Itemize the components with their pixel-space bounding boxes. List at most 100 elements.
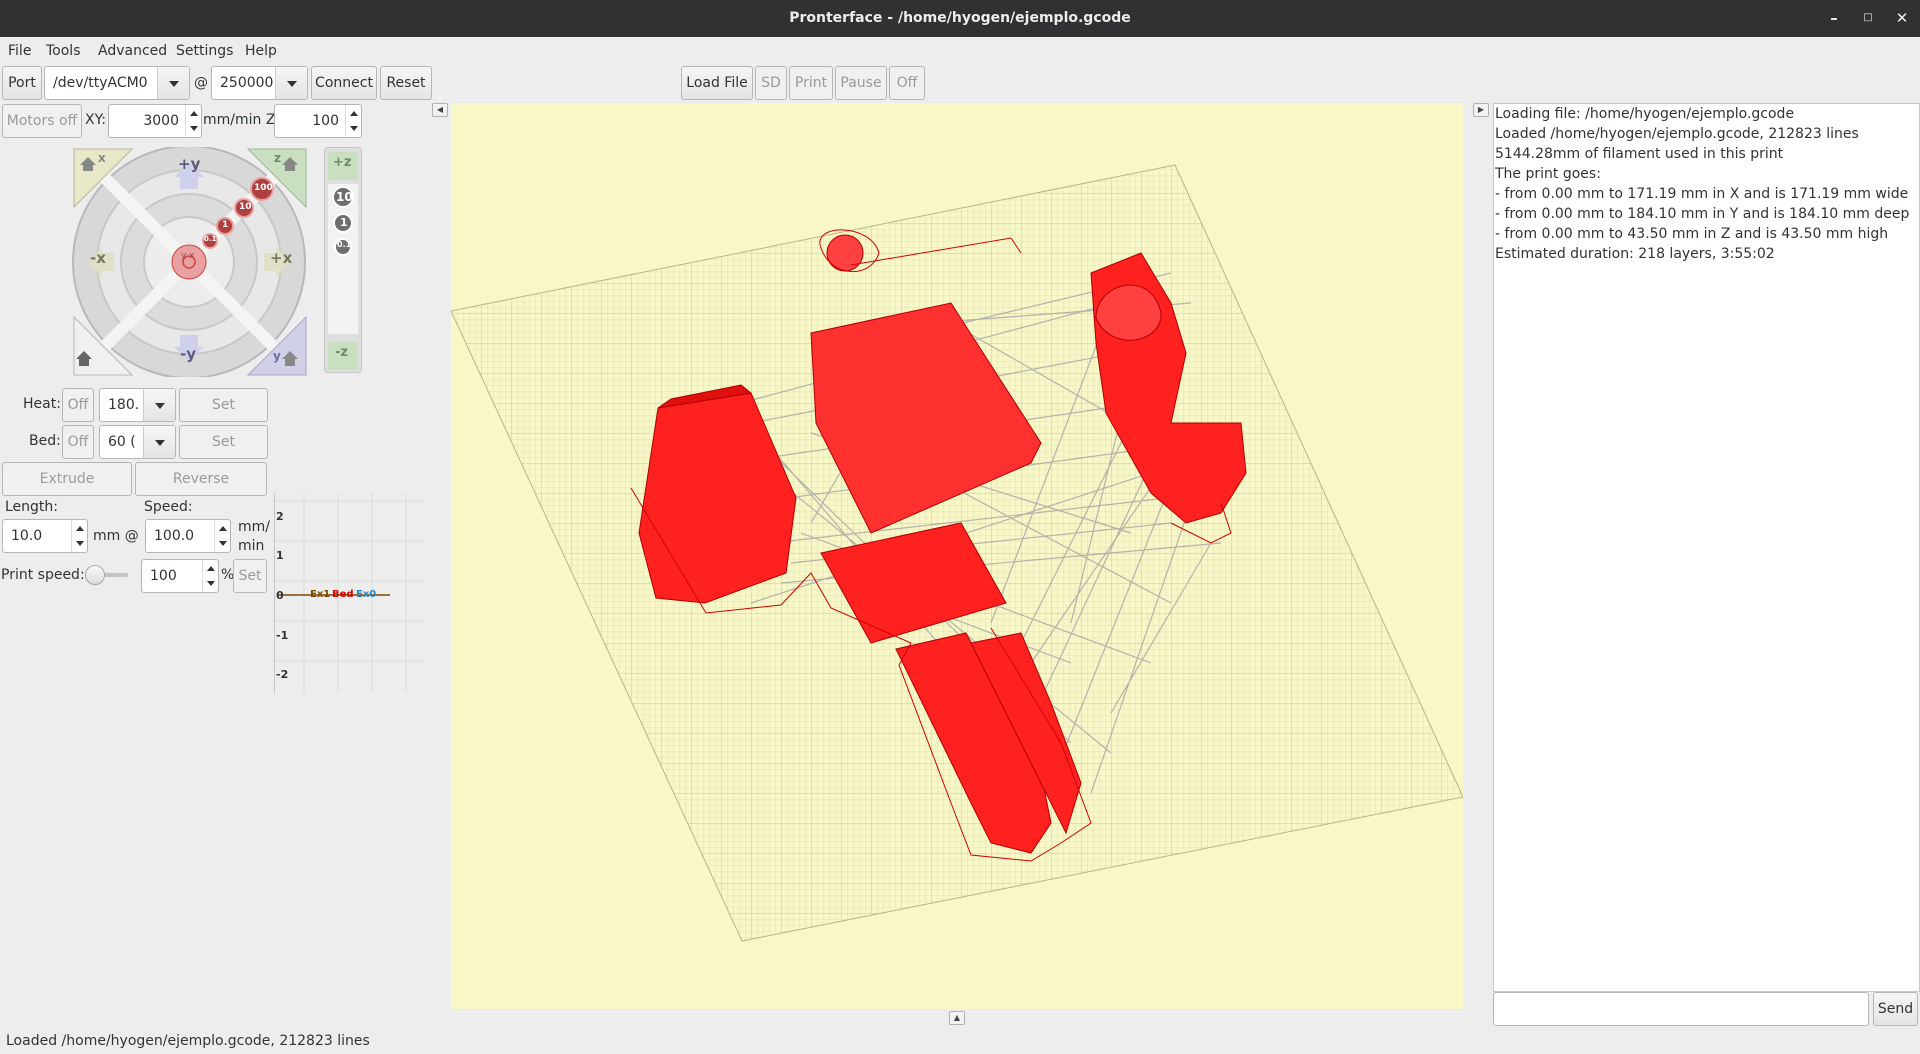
reverse-button[interactable]: Reverse — [135, 462, 267, 496]
length-input[interactable]: 10.0 — [2, 519, 88, 553]
legend-ex1: Ex1 — [310, 589, 331, 600]
y-tick-2: 2 — [276, 510, 284, 523]
spin-arrows-icon[interactable] — [202, 560, 218, 592]
collapse-log-button[interactable]: ▶ — [1473, 103, 1489, 117]
step-0-1-label: 0.1 — [204, 235, 217, 243]
mm-min-z-label: mm/min Z: — [203, 112, 281, 128]
plus-x-label: +x — [270, 249, 293, 267]
mm-at-label: mm @ — [93, 528, 139, 544]
at-label: @ — [194, 75, 208, 91]
extrude-button[interactable]: Extrude — [2, 462, 132, 496]
spin-arrows-icon[interactable] — [345, 105, 361, 137]
connect-button[interactable]: Connect — [311, 66, 377, 100]
minus-x-label: -x — [90, 249, 106, 267]
heat-set-button[interactable]: Set — [179, 388, 268, 422]
spin-arrows-icon[interactable] — [185, 105, 201, 137]
heat-label: Heat: — [23, 396, 61, 412]
menu-tools[interactable]: Tools — [46, 43, 81, 59]
menu-help[interactable]: Help — [245, 43, 277, 59]
bed-select[interactable]: 60 ( — [99, 425, 176, 459]
step-1-label: 1 — [222, 220, 229, 230]
window-title: Pronterface - /home/hyogen/ejemplo.gcode — [789, 10, 1131, 26]
length-label: Length: — [5, 499, 59, 515]
length-value: 10.0 — [11, 528, 43, 544]
xy-speed-input[interactable]: 3000 — [108, 104, 202, 138]
port-value: /dev/ttyACM0 — [53, 75, 148, 91]
legend-ex0: Ex0 — [356, 589, 377, 600]
chevron-down-icon[interactable] — [143, 389, 175, 421]
speed-unit-top: mm/ — [238, 519, 270, 535]
log-line: - from 0.00 mm to 171.19 mm in X and is … — [1495, 186, 1909, 202]
bed-value: 60 ( — [108, 434, 136, 450]
load-file-button[interactable]: Load File — [681, 66, 753, 100]
home-y-label: y — [273, 349, 281, 363]
bed-off-button[interactable]: Off — [62, 425, 94, 459]
spin-arrows-icon[interactable] — [214, 520, 230, 552]
log-line: 5144.28mm of filament used in this print — [1495, 146, 1784, 162]
collapse-bottom-button[interactable]: ▲ — [949, 1011, 965, 1025]
chevron-down-icon[interactable] — [275, 67, 307, 99]
log-line: - from 0.00 mm to 43.50 mm in Z and is 4… — [1495, 226, 1889, 242]
close-icon[interactable]: ✕ — [1887, 0, 1917, 37]
motors-off-button[interactable]: Motors off — [2, 104, 82, 138]
pause-button[interactable]: Pause — [835, 66, 887, 100]
speed-unit-bottom: min — [238, 538, 265, 554]
print-speed-slider-handle[interactable] — [84, 565, 105, 585]
port-button[interactable]: Port — [2, 66, 42, 100]
print-speed-set-button[interactable]: Set — [233, 559, 267, 593]
print-button[interactable]: Print — [789, 66, 833, 100]
log-line: The print goes: — [1495, 166, 1601, 182]
z-step-1-label: 1 — [340, 216, 348, 229]
heat-select[interactable]: 180. — [99, 388, 176, 422]
control-panel: Motors off XY: 3000 mm/min Z: 100 +y -y … — [0, 103, 450, 1028]
bed-set-button[interactable]: Set — [179, 425, 268, 459]
baud-select[interactable]: 250000 — [211, 66, 308, 100]
home-z-label: z — [274, 151, 281, 165]
heat-value: 180. — [108, 397, 140, 413]
status-bar: Loaded /home/hyogen/ejemplo.gcode, 21282… — [0, 1028, 1920, 1053]
speed-input[interactable]: 100.0 — [145, 519, 231, 553]
y-tick-minus-2: -2 — [276, 668, 289, 681]
print-speed-slider[interactable] — [84, 565, 128, 585]
heat-off-button[interactable]: Off — [62, 388, 94, 422]
sd-button[interactable]: SD — [755, 66, 787, 100]
gcode-3d-viewport[interactable] — [451, 103, 1463, 1009]
z-speed-value: 100 — [312, 113, 339, 129]
spin-arrows-icon[interactable] — [71, 520, 87, 552]
send-button[interactable]: Send — [1873, 992, 1918, 1026]
port-select[interactable]: /dev/ttyACM0 — [44, 66, 190, 100]
chevron-down-icon[interactable] — [143, 426, 175, 458]
minimize-icon[interactable]: – — [1819, 0, 1849, 37]
speed-label: Speed: — [144, 499, 193, 515]
menu-advanced[interactable]: Advanced — [98, 43, 167, 59]
bed-label: Bed: — [29, 433, 61, 449]
xy-label: XY: — [85, 112, 106, 128]
print-speed-input[interactable]: 100 — [141, 559, 219, 593]
log-line: - from 0.00 mm to 184.10 mm in Y and is … — [1495, 206, 1910, 222]
status-text: Loaded /home/hyogen/ejemplo.gcode, 21282… — [6, 1033, 370, 1049]
z-jog-control[interactable] — [324, 147, 362, 373]
log-line: Estimated duration: 218 layers, 3:55:02 — [1495, 246, 1775, 262]
chevron-down-icon[interactable] — [157, 67, 189, 99]
menu-file[interactable]: File — [8, 43, 31, 59]
center-axes-label: y x — [181, 251, 195, 261]
log-output[interactable]: Loading file: /home/hyogen/ejemplo.gcode… — [1493, 103, 1920, 992]
z-speed-input[interactable]: 100 — [274, 104, 362, 138]
step-100-label: 100 — [254, 183, 273, 193]
maximize-icon[interactable]: □ — [1853, 0, 1883, 37]
log-line: Loaded /home/hyogen/ejemplo.gcode, 21282… — [1495, 126, 1859, 142]
off-button[interactable]: Off — [889, 66, 925, 100]
collapse-left-panel-button[interactable]: ◀ — [432, 103, 448, 117]
plus-z-label: +z — [333, 155, 352, 170]
baud-value: 250000 — [220, 75, 274, 91]
reset-button[interactable]: Reset — [380, 66, 432, 100]
plus-y-label: +y — [178, 155, 201, 173]
temperature-graph: 2 1 0 -1 -2 Ex1 Bed Ex0 — [274, 493, 424, 693]
y-tick-minus-1: -1 — [276, 629, 289, 642]
home-x-label: x — [98, 151, 106, 165]
menu-settings[interactable]: Settings — [176, 43, 233, 59]
y-tick-0: 0 — [276, 589, 284, 602]
command-input[interactable] — [1493, 992, 1869, 1026]
step-10-label: 10 — [239, 202, 252, 212]
minus-y-label: -y — [180, 345, 197, 363]
